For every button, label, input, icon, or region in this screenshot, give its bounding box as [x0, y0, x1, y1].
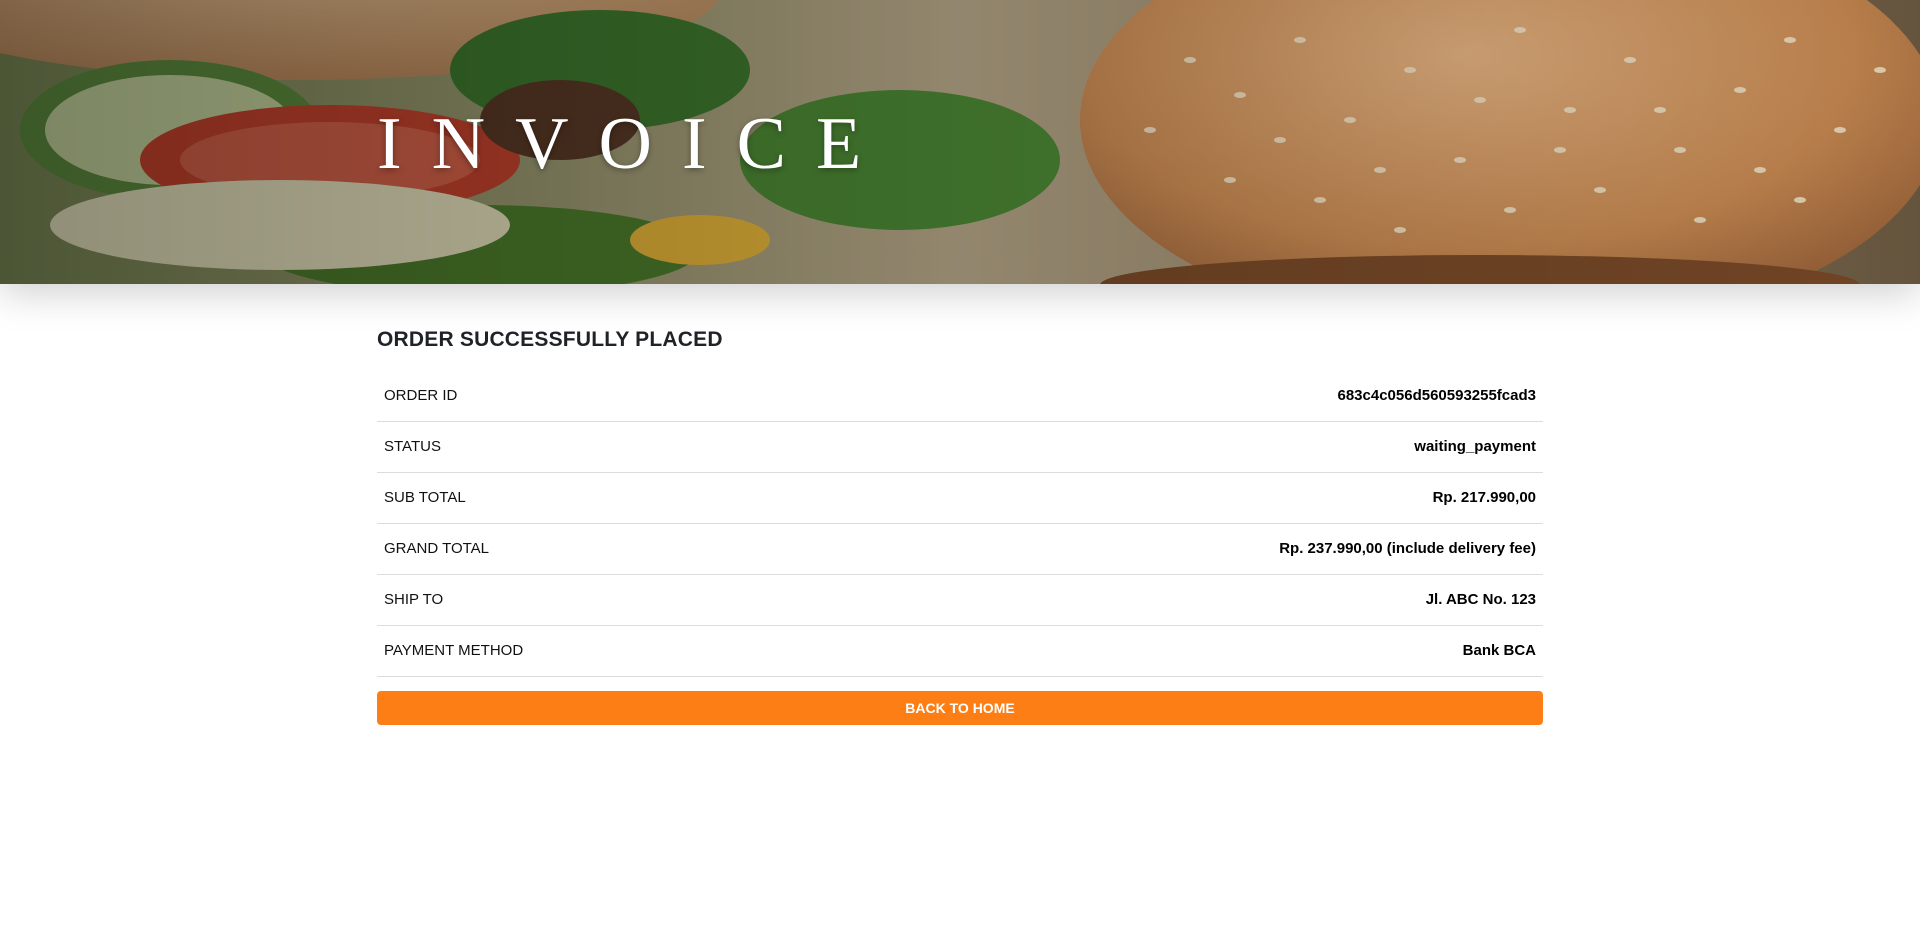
- order-details-table: ORDER ID 683c4c056d560593255fcad3 STATUS…: [377, 370, 1543, 677]
- grand-total-value: Rp. 237.990,00 (include delivery fee): [1279, 540, 1536, 557]
- payment-method-value: Bank BCA: [1462, 642, 1536, 659]
- table-row-order-id: ORDER ID 683c4c056d560593255fcad3: [377, 370, 1543, 421]
- table-row-status: STATUS waiting_payment: [377, 421, 1543, 472]
- ship-to-value: Jl. ABC No. 123: [1425, 591, 1536, 608]
- table-row-payment-method: PAYMENT METHOD Bank BCA: [377, 625, 1543, 676]
- sub-total-value: Rp. 217.990,00: [1432, 489, 1536, 506]
- back-to-home-button[interactable]: BACK TO HOME: [377, 690, 1543, 725]
- status-value: waiting_payment: [1414, 438, 1536, 455]
- hero-title: INVOICE: [377, 103, 892, 185]
- hero-overlay: [0, 0, 1920, 284]
- payment-method-label: PAYMENT METHOD: [384, 642, 524, 659]
- sub-total-label: SUB TOTAL: [384, 489, 466, 506]
- grand-total-label: GRAND TOTAL: [384, 540, 490, 557]
- order-id-label: ORDER ID: [384, 386, 458, 404]
- table-row-sub-total: SUB TOTAL Rp. 217.990,00: [377, 472, 1543, 523]
- ship-to-label: SHIP TO: [384, 591, 444, 608]
- status-label: STATUS: [384, 438, 441, 455]
- table-row-ship-to: SHIP TO Jl. ABC No. 123: [377, 574, 1543, 625]
- hero-banner: INVOICE: [0, 0, 1920, 284]
- order-id-value: 683c4c056d560593255fcad3: [1337, 386, 1536, 404]
- table-row-grand-total: GRAND TOTAL Rp. 237.990,00 (include deli…: [377, 523, 1543, 574]
- invoice-content: ORDER SUCCESSFULLY PLACED ORDER ID 683c4…: [377, 322, 1543, 725]
- page-title: ORDER SUCCESSFULLY PLACED: [377, 328, 723, 351]
